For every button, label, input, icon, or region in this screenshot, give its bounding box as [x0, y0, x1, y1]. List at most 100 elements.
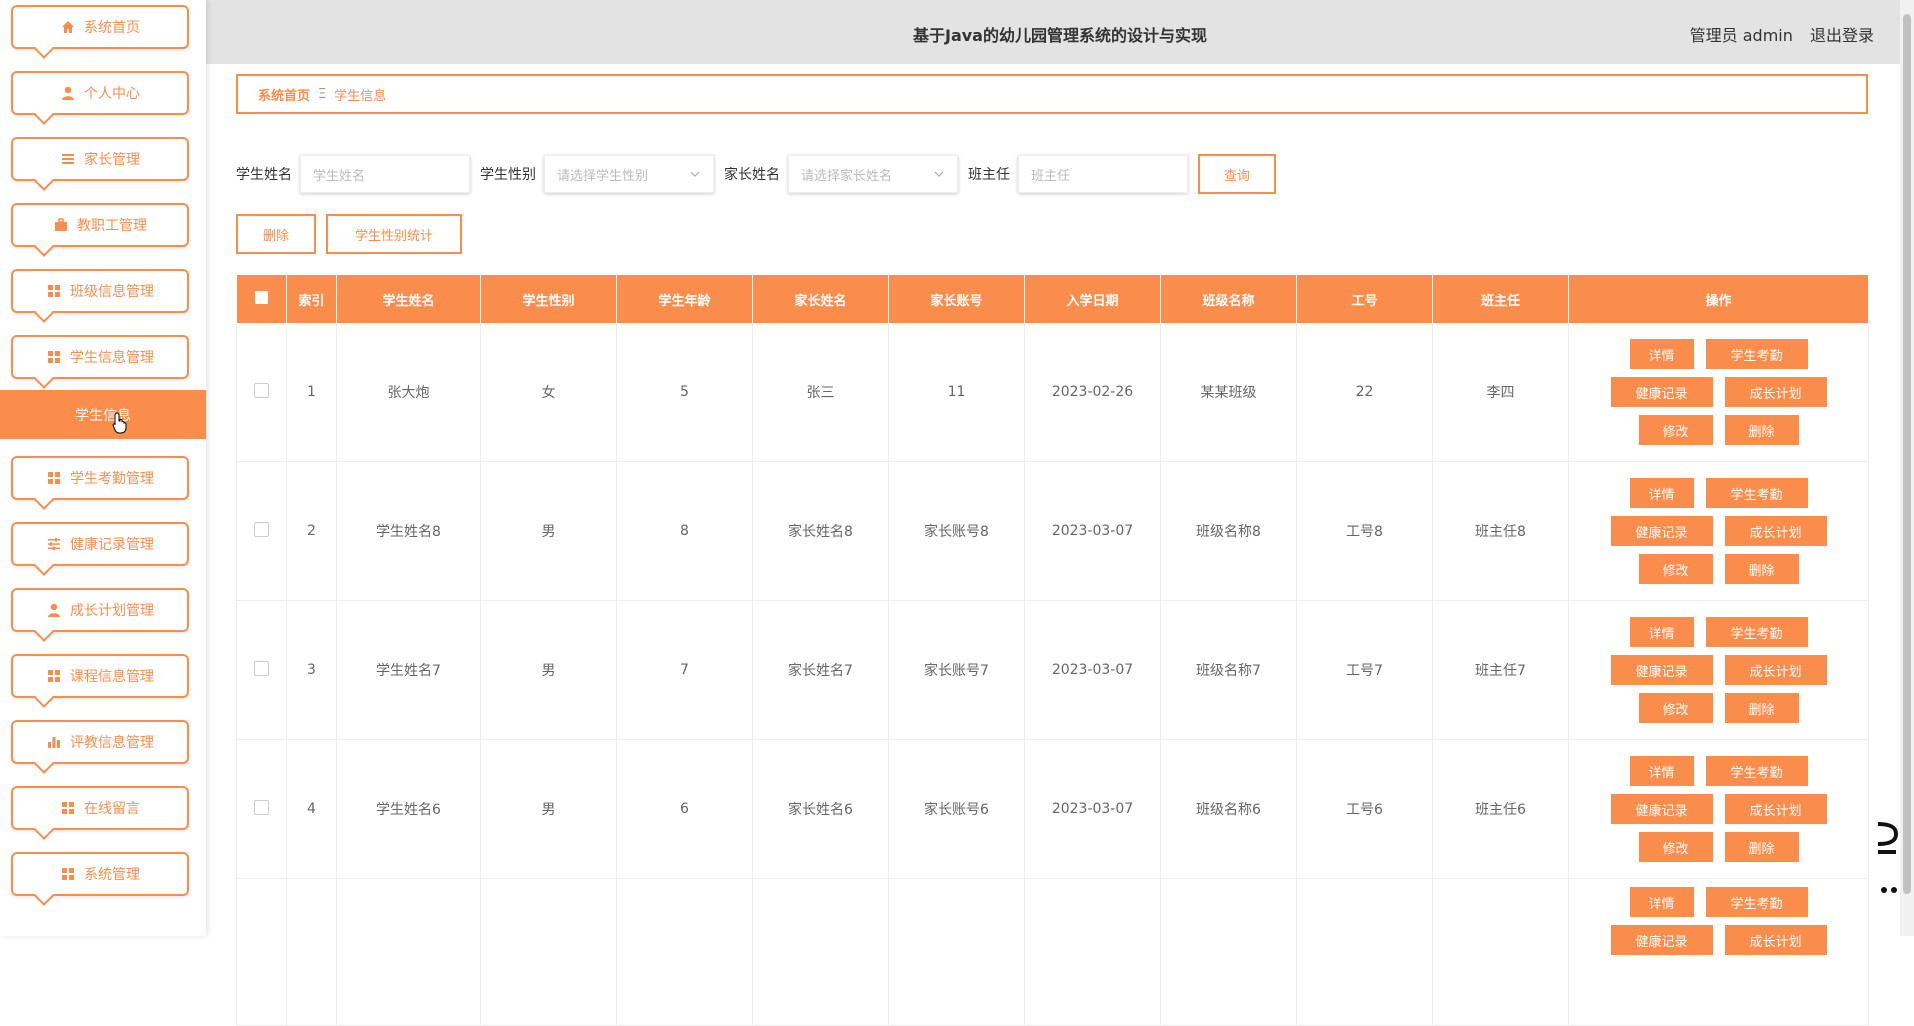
row-select-cell[interactable] [236, 600, 287, 740]
cell-gender: 女 [480, 323, 617, 462]
sidebar-item-parents[interactable]: 家长管理 [11, 137, 189, 181]
row-checkbox[interactable] [254, 521, 269, 537]
cell-operations: 详情 学生考勤 健康记录 成长计划 修改 删除 [1568, 323, 1869, 462]
row-select-cell[interactable] [236, 739, 287, 879]
cell-empty [286, 878, 337, 1026]
gender-stats-button[interactable]: 学生性别统计 [326, 214, 462, 254]
parent-name-select[interactable]: 请选择家长姓名 [788, 155, 958, 193]
detail-button[interactable]: 详情 [1629, 756, 1694, 786]
growth-plan-button[interactable]: 成长计划 [1724, 925, 1827, 955]
breadcrumb-home[interactable]: 系统首页 [258, 85, 310, 104]
edit-button[interactable]: 修改 [1638, 554, 1713, 584]
cell-empty [1024, 878, 1161, 1026]
row-select-cell[interactable] [236, 323, 287, 462]
cell-parent: 家长姓名6 [752, 739, 889, 879]
sidebar-item-label: 在线留言 [84, 801, 140, 817]
table-row: 2 学生姓名8 男 8 家长姓名8 家长账号8 2023-03-07 班级名称8 工号8 班主任8… [236, 461, 1869, 601]
sidebar-item-staff[interactable]: 教职工管理 [11, 203, 189, 247]
cell-account: 家长账号7 [888, 600, 1025, 740]
detail-button[interactable]: 详情 [1629, 617, 1694, 647]
sidebar-item-student[interactable]: 学生信息管理 [11, 335, 189, 379]
edit-button[interactable]: 修改 [1638, 693, 1713, 723]
sidebar-item-label: 学生信息管理 [70, 350, 154, 366]
student-table: 索引 学生姓名 学生性别 学生年龄 家长姓名 家长账号 入学日期 班级名称 工号… [236, 275, 1869, 1026]
sidebar-item-course[interactable]: 课程信息管理 [11, 654, 189, 698]
cell-account: 家长账号8 [888, 461, 1025, 601]
app-title: 基于Java的幼儿园管理系统的设计与实现 [913, 26, 1207, 45]
health-record-button[interactable]: 健康记录 [1610, 925, 1713, 955]
column-header: 家长账号 [888, 275, 1025, 323]
select-all-checkbox[interactable] [254, 290, 268, 304]
table-row: 1 张大炮女 5 张三 11 2023-02-26 某某班级 22 李四 详情 学生考勤 健康记… [236, 323, 1869, 462]
teacher-input[interactable]: 班主任 [1018, 155, 1188, 193]
sidebar-item-home[interactable]: 系统首页 [11, 5, 189, 49]
attendance-button[interactable]: 学生考勤 [1705, 756, 1808, 786]
student-name-input[interactable]: 学生姓名 [300, 155, 470, 193]
sidebar-item-message[interactable]: 在线留言 [11, 786, 189, 830]
sidebar-item-class[interactable]: 班级信息管理 [11, 269, 189, 313]
row-checkbox[interactable] [254, 660, 269, 676]
column-header: 工号 [1296, 275, 1433, 323]
cell-operations: 详情 学生考勤 健康记录 成长计划 修改 删除 [1568, 461, 1869, 601]
list-icon [60, 151, 76, 167]
cell-age: 8 [616, 461, 753, 601]
sidebar-item-label: 教职工管理 [77, 218, 147, 234]
sidebar-item-profile[interactable]: 个人中心 [11, 71, 189, 115]
select-all-cell[interactable] [236, 275, 287, 323]
health-record-button[interactable]: 健康记录 [1610, 377, 1713, 407]
attendance-button[interactable]: 学生考勤 [1705, 478, 1808, 508]
edit-button[interactable]: 修改 [1638, 415, 1713, 445]
row-select-cell[interactable] [236, 461, 287, 601]
delete-button[interactable]: 删除 [1724, 415, 1799, 445]
detail-button[interactable]: 详情 [1629, 339, 1694, 369]
health-record-button[interactable]: 健康记录 [1610, 655, 1713, 685]
edit-button[interactable]: 修改 [1638, 832, 1713, 862]
batch-delete-button[interactable]: 删除 [236, 214, 316, 254]
hand-cursor-icon [112, 412, 130, 438]
floating-widget-icon[interactable] [1874, 820, 1899, 917]
row-checkbox[interactable] [254, 382, 269, 398]
sidebar-item-growth[interactable]: 成长计划管理 [11, 588, 189, 632]
health-record-button[interactable]: 健康记录 [1610, 516, 1713, 546]
home-icon [60, 19, 76, 35]
cell-date: 2023-03-07 [1024, 600, 1161, 740]
sidebar-item-label: 评教信息管理 [70, 735, 154, 751]
delete-button[interactable]: 删除 [1724, 693, 1799, 723]
attendance-button[interactable]: 学生考勤 [1705, 617, 1808, 647]
detail-button[interactable]: 详情 [1629, 887, 1694, 917]
detail-button[interactable]: 详情 [1629, 478, 1694, 508]
row-checkbox[interactable] [254, 799, 269, 815]
sidebar-subitem-student-info[interactable]: 学生信息 [0, 390, 206, 439]
cell-date: 2023-03-07 [1024, 739, 1161, 879]
delete-button[interactable]: 删除 [1724, 832, 1799, 862]
student-gender-select[interactable]: 请选择学生性别 [544, 155, 714, 193]
column-header: 学生姓名 [336, 275, 481, 323]
attendance-button[interactable]: 学生考勤 [1705, 339, 1808, 369]
row-select-cell[interactable] [236, 878, 287, 1026]
sidebar-item-attendance[interactable]: 学生考勤管理 [11, 456, 189, 500]
attendance-button[interactable]: 学生考勤 [1705, 887, 1808, 917]
sidebar-item-system[interactable]: 系统管理 [11, 852, 189, 896]
cell-date: 2023-03-07 [1024, 461, 1161, 601]
column-header: 班主任 [1432, 275, 1569, 323]
cell-age: 7 [616, 600, 753, 740]
growth-plan-button[interactable]: 成长计划 [1724, 794, 1827, 824]
logout-link[interactable]: 退出登录 [1810, 26, 1874, 45]
query-button[interactable]: 查询 [1198, 154, 1276, 194]
cell-staff_no: 工号6 [1296, 739, 1433, 879]
sidebar-item-health[interactable]: 健康记录管理 [11, 522, 189, 566]
growth-plan-button[interactable]: 成长计划 [1724, 655, 1827, 685]
growth-plan-button[interactable]: 成长计划 [1724, 516, 1827, 546]
delete-button[interactable]: 删除 [1724, 554, 1799, 584]
growth-plan-button[interactable]: 成长计划 [1724, 377, 1827, 407]
page-scrollbar[interactable] [1900, 0, 1914, 936]
sidebar-item-label: 课程信息管理 [70, 669, 154, 685]
health-record-button[interactable]: 健康记录 [1610, 794, 1713, 824]
cell-empty [1296, 878, 1433, 1026]
cell-gender: 男 [480, 600, 617, 740]
current-user: 管理员 admin [1689, 26, 1793, 45]
sidebar-item-evaluation[interactable]: 评教信息管理 [11, 720, 189, 764]
chevron-down-icon [689, 168, 701, 184]
scrollbar-thumb[interactable] [1903, 14, 1911, 894]
cell-gender: 男 [480, 739, 617, 879]
